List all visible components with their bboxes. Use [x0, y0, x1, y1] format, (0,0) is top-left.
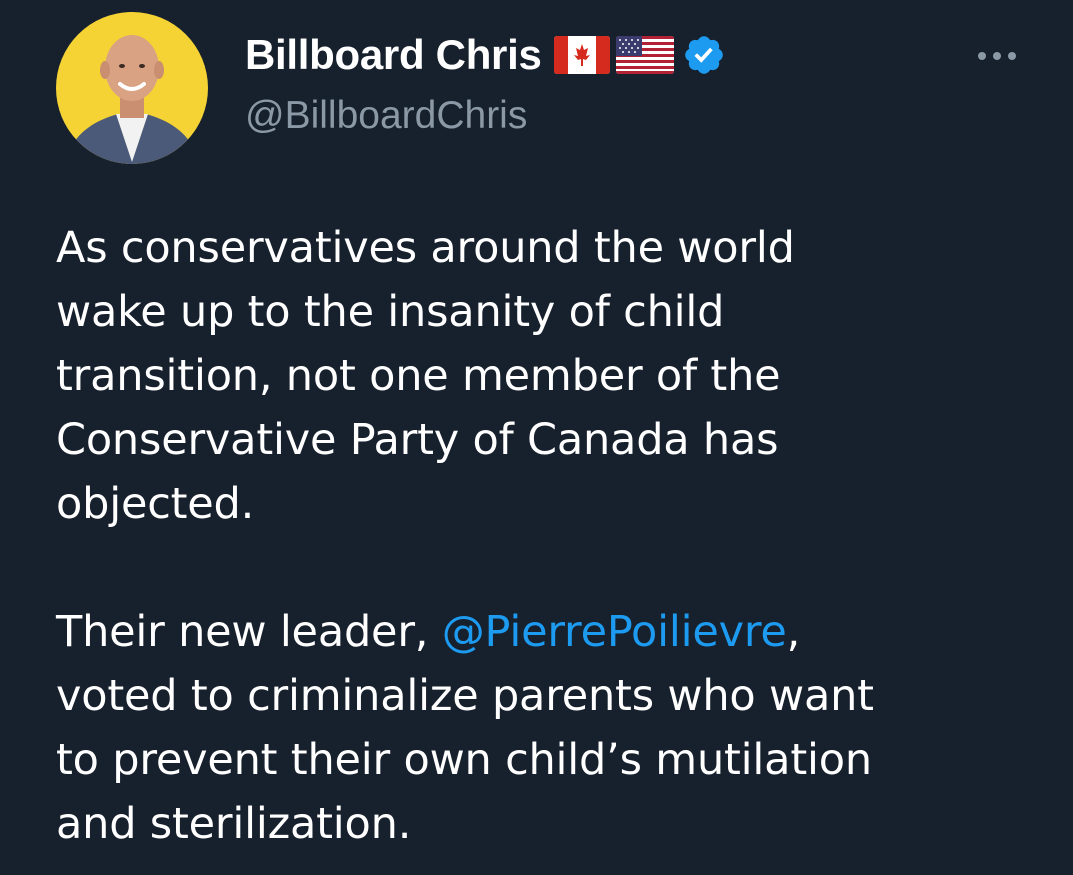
tweet-card: Billboard Chris @BillboardChris As conse… — [0, 0, 1073, 875]
tweet-line: voted to criminalize parents who want — [56, 671, 874, 721]
more-options-icon — [978, 52, 986, 60]
tweet-line: objected. — [56, 479, 255, 529]
tweet-line: wake up to the insanity of child — [56, 287, 725, 337]
tweet-paragraph: As conservatives around the world wake u… — [56, 216, 1056, 536]
avatar-image — [56, 12, 208, 164]
tweet-line: and sterilization. — [56, 799, 412, 849]
tweet-line: transition, not one member of the — [56, 351, 781, 401]
tweet-text-segment: Their new leader, — [56, 607, 442, 657]
tweet-line-with-mention: Their new leader, @PierrePoilievre, — [56, 600, 1056, 664]
tweet-text-segment: , — [786, 607, 801, 657]
usa-flag-icon — [615, 36, 674, 74]
author-handle[interactable]: @BillboardChris — [245, 94, 726, 138]
tweet-line: As conservatives around the world — [56, 223, 795, 273]
more-options-icon-dot — [1008, 52, 1016, 60]
mention-link[interactable]: @PierrePoilievre — [442, 607, 787, 657]
name-row: Billboard Chris — [245, 24, 726, 86]
author-header: Billboard Chris @BillboardChris — [245, 24, 726, 138]
tweet-paragraph: Their new leader, @PierrePoilievre, vote… — [56, 600, 1056, 856]
verified-badge-icon[interactable] — [682, 33, 726, 77]
more-options-button[interactable] — [967, 40, 1027, 72]
tweet-text: As conservatives around the world wake u… — [56, 216, 1056, 856]
avatar[interactable] — [56, 12, 208, 164]
canada-flag-icon — [553, 36, 610, 74]
tweet-line: to prevent their own child’s mutilation — [56, 735, 872, 785]
more-options-icon-dot — [993, 52, 1001, 60]
author-display-name[interactable]: Billboard Chris — [245, 31, 542, 79]
tweet-line: Conservative Party of Canada has — [56, 415, 779, 465]
